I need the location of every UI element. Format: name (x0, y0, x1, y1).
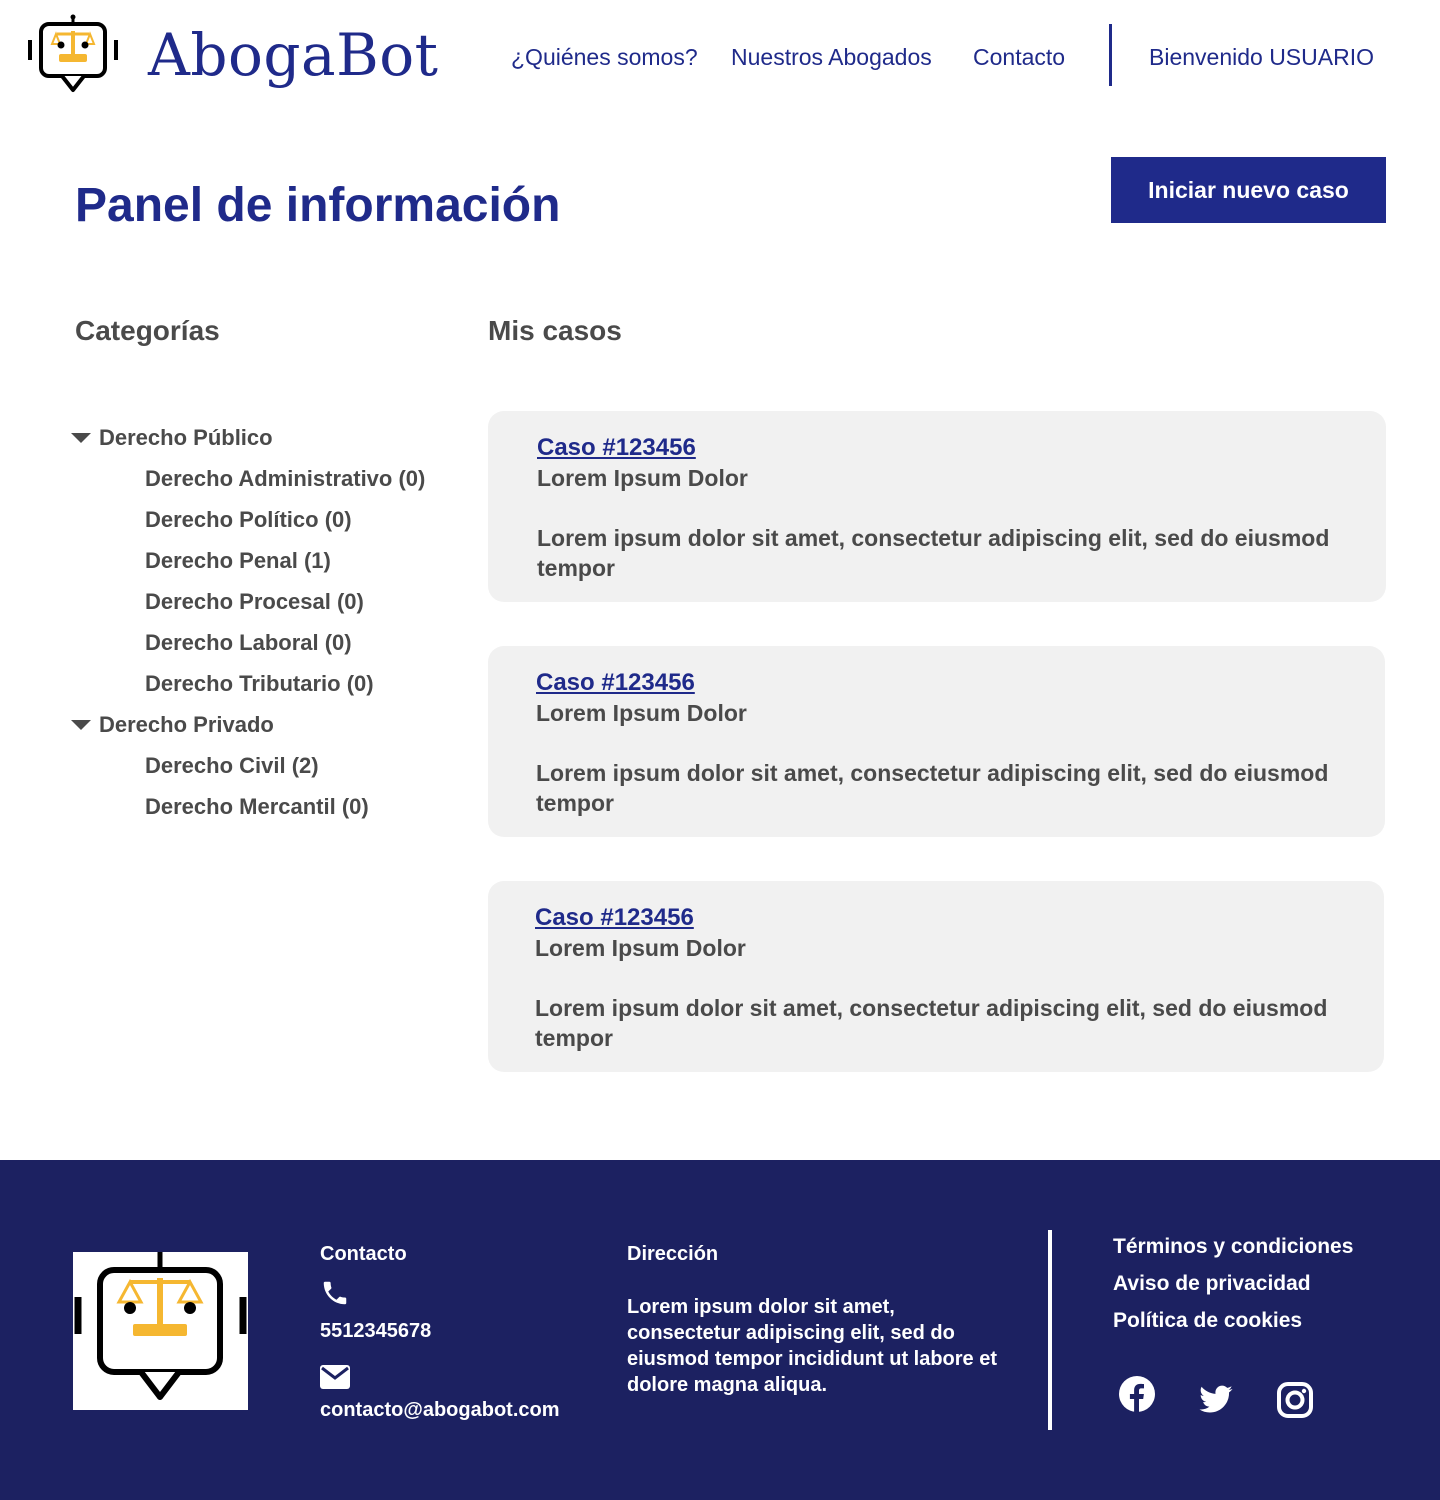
case-link[interactable]: Caso #123456 (535, 903, 694, 933)
case-card: Caso #123456 Lorem Ipsum Dolor Lorem ips… (488, 881, 1384, 1072)
case-link[interactable]: Caso #123456 (537, 433, 696, 463)
case-card: Caso #123456 Lorem Ipsum Dolor Lorem ips… (488, 411, 1386, 602)
footer-divider (1048, 1230, 1052, 1430)
robot-logo-icon[interactable] (26, 14, 120, 100)
category-item-tributario[interactable]: Derecho Tributario (0) (145, 670, 374, 698)
my-cases-heading: Mis casos (488, 315, 622, 346)
nav-divider (1109, 24, 1112, 86)
nav-link-contact[interactable]: Contacto (973, 42, 1065, 72)
caret-down-icon (71, 720, 91, 730)
case-description: Lorem ipsum dolor sit amet, consectetur … (537, 525, 1330, 581)
site-header: AbogaBot ¿Quiénes somos? Nuestros Abogad… (0, 0, 1440, 115)
footer-link-privacy[interactable]: Aviso de privacidad (1113, 1271, 1311, 1297)
user-welcome-link[interactable]: Bienvenido USUARIO (1149, 42, 1374, 72)
footer-address-heading: Dirección (627, 1243, 719, 1265)
category-group-private[interactable]: Derecho Privado (71, 711, 274, 739)
nav-link-lawyers[interactable]: Nuestros Abogados (731, 42, 932, 72)
footer-link-terms[interactable]: Términos y condiciones (1113, 1234, 1353, 1260)
nav-link-about[interactable]: ¿Quiénes somos? (511, 42, 698, 72)
site-footer: Contacto 5512345678 contacto@abogabot.co… (0, 1160, 1440, 1500)
case-subtitle: Lorem Ipsum Dolor (535, 935, 746, 961)
footer-phone[interactable]: 5512345678 (320, 1318, 431, 1344)
brand-logo-text[interactable]: AbogaBot (148, 20, 439, 90)
categories-heading: Categorías (75, 315, 220, 346)
page-title: Panel de información (75, 179, 561, 232)
category-group-label: Derecho Privado (99, 712, 274, 737)
caret-down-icon (71, 433, 91, 443)
case-description: Lorem ipsum dolor sit amet, consectetur … (536, 760, 1329, 816)
mail-icon (320, 1365, 350, 1389)
category-item-penal[interactable]: Derecho Penal (1) (145, 547, 331, 575)
category-item-procesal[interactable]: Derecho Procesal (0) (145, 588, 364, 616)
footer-link-cookies[interactable]: Política de cookies (1113, 1308, 1302, 1334)
footer-logo (73, 1252, 248, 1410)
category-item-mercantil[interactable]: Derecho Mercantil (0) (145, 793, 369, 821)
category-item-laboral[interactable]: Derecho Laboral (0) (145, 629, 352, 657)
instagram-icon[interactable] (1277, 1382, 1313, 1418)
category-item-politico[interactable]: Derecho Político (0) (145, 506, 352, 534)
case-card: Caso #123456 Lorem Ipsum Dolor Lorem ips… (488, 646, 1385, 837)
category-group-label: Derecho Público (99, 425, 273, 450)
robot-logo-icon (74, 1252, 247, 1400)
footer-contact-heading: Contacto (320, 1243, 407, 1265)
new-case-button[interactable]: Iniciar nuevo caso (1111, 157, 1386, 223)
category-group-public[interactable]: Derecho Público (71, 424, 273, 452)
case-link[interactable]: Caso #123456 (536, 668, 695, 698)
case-description: Lorem ipsum dolor sit amet, consectetur … (535, 995, 1328, 1051)
category-item-civil[interactable]: Derecho Civil (2) (145, 752, 319, 780)
case-subtitle: Lorem Ipsum Dolor (536, 700, 747, 726)
category-item-administrativo[interactable]: Derecho Administrativo (0) (145, 465, 425, 493)
phone-icon (323, 1281, 347, 1305)
footer-address: Lorem ipsum dolor sit amet, consectetur … (627, 1296, 998, 1396)
footer-email[interactable]: contacto@abogabot.com (320, 1397, 560, 1423)
case-subtitle: Lorem Ipsum Dolor (537, 465, 748, 491)
facebook-icon[interactable] (1119, 1376, 1155, 1412)
twitter-icon[interactable] (1198, 1382, 1234, 1418)
